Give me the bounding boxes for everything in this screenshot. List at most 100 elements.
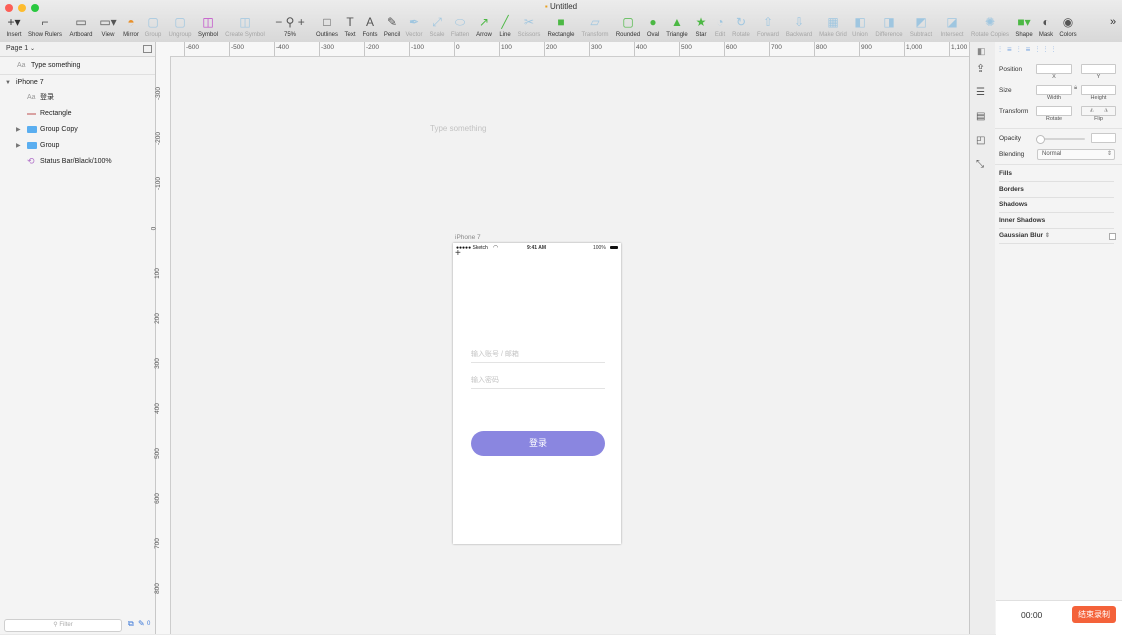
toolbar-label: Colors [1059, 32, 1077, 38]
rectangle-layer-icon [27, 113, 36, 115]
toolbar-colors-button[interactable]: ◉ Colors [1046, 14, 1090, 40]
ruler-tick-label: 900 [861, 44, 872, 51]
fills-section[interactable]: Fills [999, 167, 1114, 182]
inner-shadows-section[interactable]: Inner Shadows [999, 214, 1114, 229]
flip-vertical-icon[interactable]: ◮ [1104, 107, 1108, 113]
filter-input[interactable]: ⚲ Filter [4, 619, 122, 632]
shadows-section[interactable]: Shadows [999, 198, 1114, 213]
text-style-icon[interactable]: ▤ [976, 111, 985, 122]
ruler-tick-label: 100 [153, 268, 161, 279]
layer-row-login-text[interactable]: Aa 登录 [0, 90, 155, 106]
ruler-tick-label: 200 [546, 44, 557, 51]
toolbar-overflow-button[interactable]: » [1110, 16, 1116, 28]
text-layer-icon: Aa [27, 94, 36, 101]
artboard-title[interactable]: iPhone 7 [455, 234, 481, 241]
inspector-icon-column: ◧ ⇪ ☰ ▤ ◰ ⤡ [969, 42, 996, 634]
opacity-slider[interactable] [1036, 135, 1085, 144]
position-x-field[interactable] [1036, 64, 1072, 74]
password-input[interactable]: 输入密码 [471, 375, 499, 385]
rotate-field[interactable] [1036, 106, 1072, 116]
ruler-tick-mark [634, 42, 635, 56]
opacity-label: Opacity [999, 135, 1022, 142]
window-toolbar: ▪ Untitled +▾ Insert ⌐ Show Rulers ▭ Artboard… [0, 0, 1122, 43]
ruler-tick-label: -100 [155, 176, 163, 191]
layer-row-group[interactable]: ▶ Group [0, 138, 155, 154]
ruler-tick-label: 300 [591, 44, 602, 51]
divider [995, 128, 1122, 129]
blur-checkbox[interactable] [1109, 233, 1116, 240]
gaussian-blur-section[interactable]: Gaussian Blur ⇕ [999, 229, 1116, 244]
inspector-panel: ⫶≡⫶≡⫶⫶⫶ Position X Y Size 🔒︎ Width Heigh… [995, 42, 1122, 634]
opacity-field[interactable] [1091, 133, 1116, 143]
flip-label: Flip [1094, 116, 1103, 122]
ruler-tick-label: -200 [366, 44, 380, 51]
horizontal-ruler[interactable]: -600 -500 -400 -300 -200 -100 0 100 200 300 400 500… [156, 42, 969, 57]
x-label: X [1052, 74, 1056, 80]
position-y-field[interactable] [1081, 64, 1116, 74]
colors-icon: ◉ [1062, 15, 1074, 29]
collapse-panel-icon[interactable] [143, 45, 152, 53]
opacity-slider-handle[interactable] [1036, 135, 1045, 144]
layer-row-group-copy[interactable]: ▶ Group Copy [0, 122, 155, 138]
account-input[interactable]: 输入账号 / 邮箱 [471, 349, 519, 359]
ruler-tick-mark [769, 42, 770, 56]
vertical-ruler[interactable]: -300 -200 -100 0 100 200 300 400 500 600 700 800 [150, 56, 171, 634]
borders-section[interactable]: Borders [999, 183, 1114, 198]
divider [995, 164, 1122, 165]
layer-list-icon[interactable]: ☰ [976, 87, 985, 98]
ruler-tick-label: 700 [153, 538, 161, 549]
iphone-artboard[interactable]: ●●●●● Sketch ◠ 9:41 AM 100% + 输入账号 / 邮箱 … [453, 243, 621, 544]
password-underline [471, 388, 605, 389]
create-shared-style-icon[interactable]: ⧉ [128, 619, 134, 629]
ruler-tick-label: 1,100 [951, 44, 968, 51]
lock-icon[interactable]: 🔒︎ [1074, 85, 1077, 92]
layer-row-type-something[interactable]: Aa Type something [0, 58, 155, 74]
ruler-tick-label: -400 [276, 44, 290, 51]
ruler-tick-label: -300 [321, 44, 335, 51]
account-underline [471, 362, 605, 363]
login-button-label: 登录 [528, 438, 547, 448]
layer-row-rectangle[interactable]: Rectangle [0, 106, 155, 122]
brush-icon[interactable]: ✎ [138, 619, 145, 628]
layer-label: Group [40, 142, 60, 149]
page-selector-label: Page 1 [6, 45, 29, 52]
disclosure-down-icon[interactable]: ▼ [5, 75, 11, 91]
wifi-icon: ◠ [493, 245, 499, 251]
blending-select[interactable]: Normal ⇕ [1037, 149, 1115, 160]
ruler-tick-mark [319, 42, 320, 56]
ruler-tick-label: -300 [155, 86, 163, 101]
ruler-tick-mark [229, 42, 230, 56]
floating-text-layer[interactable]: Type something [430, 124, 486, 133]
layer-row-iphone-7[interactable]: ▼ iPhone 7 [0, 74, 155, 91]
layout-icon[interactable]: ◰ [976, 135, 985, 146]
layer-row-status-bar[interactable]: ⟲ Status Bar/Black/100% [0, 154, 155, 170]
height-field[interactable] [1081, 85, 1116, 95]
blending-label: Blending [999, 151, 1025, 158]
toolbar-label: Create Symbol [225, 32, 265, 38]
footer-count: 0 [147, 621, 151, 627]
resize-icon[interactable]: ⤡ [976, 159, 984, 170]
flip-horizontal-icon[interactable]: ◭ [1090, 107, 1094, 113]
recording-widget: 00:00 结束录制 [996, 600, 1122, 635]
ruler-tick-mark [364, 42, 365, 56]
ruler-tick-label: 600 [726, 44, 737, 51]
width-field[interactable] [1036, 85, 1072, 95]
folder-icon [27, 142, 37, 149]
disclosure-right-icon[interactable]: ▶ [16, 138, 21, 154]
ruler-tick-label: 800 [153, 583, 161, 594]
page-selector[interactable]: Page 1 ⌄ [0, 42, 155, 57]
ruler-tick-label: 1,000 [906, 44, 923, 51]
ruler-tick-label: 300 [153, 358, 161, 369]
toolbar-create-symbol-button[interactable]: ◫ Create Symbol [223, 14, 267, 40]
disclosure-right-icon[interactable]: ▶ [16, 122, 21, 138]
align-toggle-icon[interactable]: ◧ [977, 46, 986, 57]
ruler-tick-label: 400 [153, 403, 161, 414]
align-icons[interactable]: ⫶≡⫶≡⫶⫶⫶ [999, 45, 1060, 54]
status-battery: 100% [593, 245, 606, 251]
login-button[interactable]: 登录 [471, 431, 605, 456]
alignment-bar[interactable]: ⫶≡⫶≡⫶⫶⫶ [999, 45, 1117, 54]
create-symbol-icon: ◫ [239, 15, 251, 29]
export-icon[interactable]: ⇪ [976, 62, 985, 75]
stop-recording-button[interactable]: 结束录制 [1072, 606, 1116, 623]
flip-buttons[interactable]: ◭ ◮ [1081, 106, 1116, 116]
